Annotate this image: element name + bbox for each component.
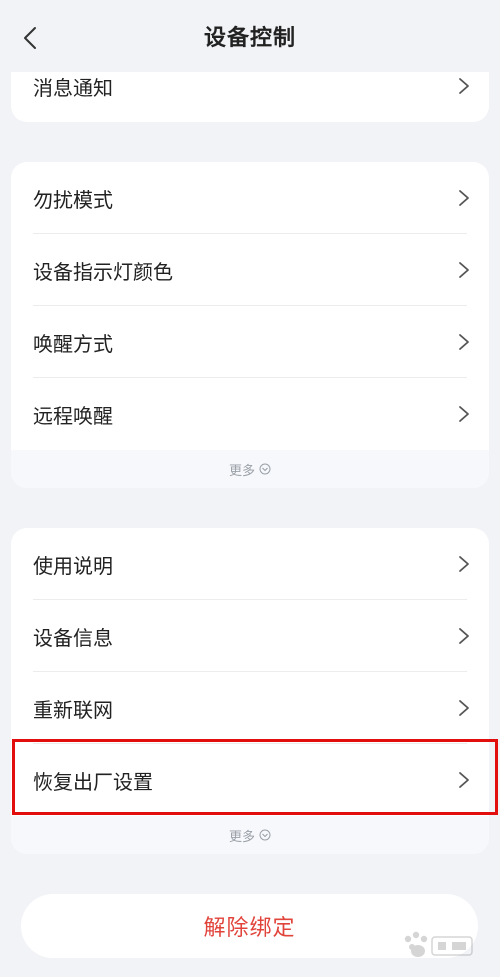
chevron-right-icon <box>459 700 469 716</box>
row-label: 远程唤醒 <box>33 403 113 428</box>
chevron-right-icon <box>459 556 469 572</box>
chevron-right-icon <box>459 628 469 644</box>
list-item-device-info[interactable]: 设备信息 <box>11 600 489 672</box>
row-label: 勿扰模式 <box>33 187 113 212</box>
more-toggle[interactable]: 更多 <box>11 450 489 488</box>
list-item-factory-reset[interactable]: 恢复出厂设置 <box>11 744 489 816</box>
chevron-right-icon <box>459 772 469 788</box>
list-item-remote-wake[interactable]: 远程唤醒 <box>11 378 489 450</box>
chevron-right-icon <box>459 334 469 350</box>
top-bar: 设备控制 <box>0 0 500 72</box>
row-label: 设备指示灯颜色 <box>33 259 173 284</box>
row-label: 重新联网 <box>33 697 113 722</box>
chevron-down-circle-icon <box>259 829 271 841</box>
more-label: 更多 <box>228 463 255 479</box>
baidu-paw-icon <box>404 931 473 957</box>
row-label: 设备信息 <box>33 625 113 650</box>
row-label: 恢复出厂设置 <box>33 769 153 794</box>
list-item-wake-method[interactable]: 唤醒方式 <box>11 306 489 378</box>
more-label: 更多 <box>228 829 255 845</box>
list-item-reconnect-network[interactable]: 重新联网 <box>11 672 489 744</box>
chevron-right-icon <box>459 406 469 422</box>
list-item-indicator-light-color[interactable]: 设备指示灯颜色 <box>11 234 489 306</box>
chevron-right-icon <box>459 190 469 206</box>
row-label: 消息通知 <box>33 75 113 100</box>
more-toggle[interactable]: 更多 <box>11 816 489 854</box>
device-maintenance-card: 使用说明 设备信息 重新联网 恢复出厂设置 更多 <box>11 528 489 854</box>
row-label: 唤醒方式 <box>33 331 113 356</box>
chevron-right-icon <box>459 78 469 94</box>
device-control-screen: 消息通知 设备控制 勿扰模式 设备指示灯颜色 唤醒方式 远程唤醒 更多 使用说明… <box>0 0 500 977</box>
list-item-do-not-disturb[interactable]: 勿扰模式 <box>11 162 489 234</box>
list-item-user-manual[interactable]: 使用说明 <box>11 528 489 600</box>
chevron-right-icon <box>459 262 469 278</box>
row-label: 使用说明 <box>33 553 113 578</box>
chevron-down-circle-icon <box>259 463 271 475</box>
page-title: 设备控制 <box>203 26 296 51</box>
device-settings-card: 勿扰模式 设备指示灯颜色 唤醒方式 远程唤醒 更多 <box>11 162 489 488</box>
